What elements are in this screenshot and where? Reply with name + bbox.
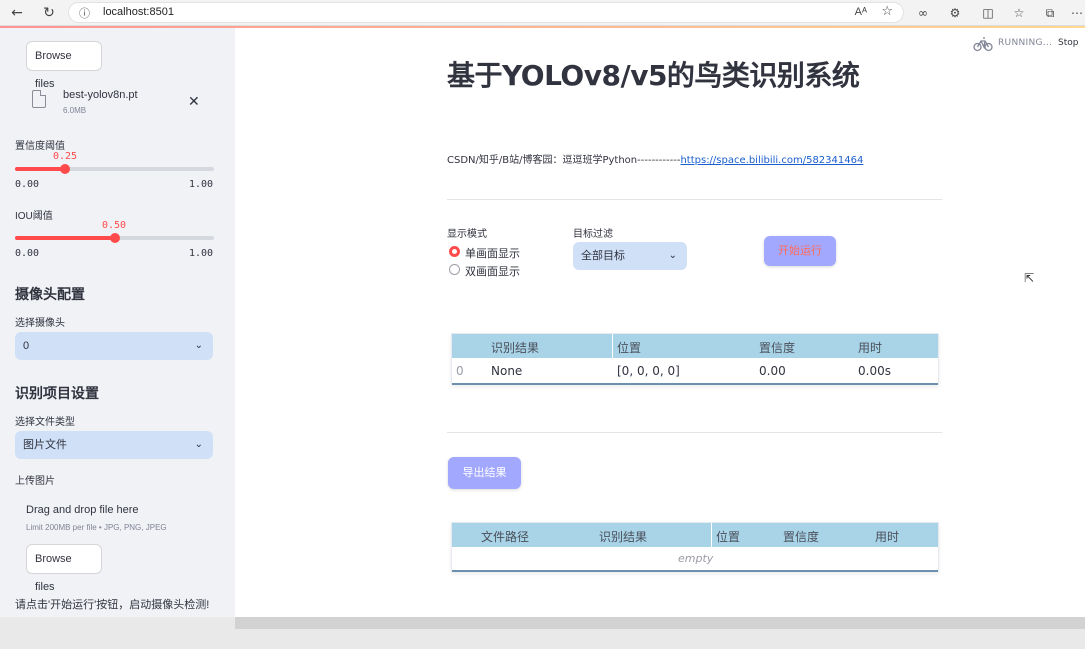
iou-label: IOU阈值 [15, 211, 53, 222]
uploaded-file-size: 6.0MB [63, 106, 87, 115]
confidence-max: 1.00 [189, 179, 214, 190]
dropzone-title[interactable]: Drag and drop file here [26, 504, 139, 516]
start-run-button[interactable]: 开始运行 [764, 236, 836, 266]
display-mode-label: 显示模式 [447, 229, 487, 240]
header-confidence: 置信度 [783, 530, 820, 544]
file-icon [32, 90, 46, 108]
info-icon[interactable]: ⓘ [79, 5, 90, 21]
radio-dual-view[interactable] [449, 264, 460, 275]
export-table-header: 文件路径 识别结果 位置 置信度 用时 [452, 523, 938, 547]
project-settings-heading: 识别项目设置 [15, 385, 99, 401]
confidence-slider[interactable] [15, 164, 214, 174]
camera-select[interactable]: 0 ⌄ [15, 332, 213, 360]
table-bottom-border [452, 570, 938, 572]
table-bottom-border [452, 383, 938, 385]
browse-files-button[interactable]: Browse files [26, 544, 102, 593]
credits-line: CSDN/知乎/B站/博客园：逗逗班学Python------------htt… [447, 151, 863, 166]
row-index: 0 [456, 364, 464, 378]
confidence-label: 置信度阈值 [15, 141, 65, 152]
running-bike-icon [973, 37, 993, 52]
page-title: 基于YOLOv8/v5的鸟类识别系统 [447, 59, 860, 92]
header-separator [711, 523, 712, 547]
header-position: 位置 [716, 530, 741, 544]
info-message: 请点击'开始运行'按钮，启动摄像头检测! [15, 599, 210, 611]
results-table-header: 识别结果 位置 置信度 用时 [452, 334, 938, 358]
url-text: localhost:8501 [103, 6, 174, 18]
iou-value: 0.50 [101, 220, 127, 231]
row-time: 0.00s [858, 364, 891, 378]
header-confidence: 置信度 [759, 341, 796, 355]
target-filter-value: 全部目标 [581, 250, 625, 262]
address-bar[interactable]: ⓘ localhost:8501 Aᴬ ☆ [68, 2, 904, 23]
uploaded-file-name: best-yolov8n.pt [63, 89, 138, 101]
camera-select-label: 选择摄像头 [15, 318, 65, 329]
row-position: [0, 0, 0, 0] [617, 364, 680, 378]
sidebar: Browse files best-yolov8n.pt 6.0MB ✕ 置信度… [0, 28, 235, 649]
confidence-value: 0.25 [52, 151, 78, 162]
confidence-slider-thumb[interactable] [59, 164, 70, 174]
confidence-slider-fill [15, 167, 65, 171]
header-time: 用时 [858, 341, 883, 355]
upload-label: 上传图片 [15, 476, 55, 487]
header-position: 位置 [617, 341, 642, 355]
target-filter-label: 目标过滤 [573, 229, 613, 240]
iou-min: 0.00 [15, 248, 40, 259]
favorite-star-icon[interactable]: ☆ [881, 4, 893, 19]
header-result: 识别结果 [491, 341, 540, 355]
export-results-button[interactable]: 导出结果 [448, 457, 521, 489]
header-separator [612, 334, 613, 358]
divider [447, 199, 942, 200]
extensions-infinity-icon[interactable]: ∞ [914, 4, 932, 22]
credits-link[interactable]: https://space.bilibili.com/582341464 [680, 155, 863, 166]
bottom-strip [0, 617, 1085, 649]
target-filter-select[interactable]: 全部目标 ⌄ [573, 242, 687, 270]
radio-single-view-label[interactable]: 单画面显示 [465, 245, 520, 261]
running-status: RUNNING... [998, 38, 1053, 48]
favorites-icon[interactable]: ☆ [1010, 4, 1028, 22]
credits-text: CSDN/知乎/B站/博客园：逗逗班学Python------------ [447, 155, 681, 166]
header-time: 用时 [875, 530, 900, 544]
more-icon[interactable]: ⋯ [1068, 4, 1085, 22]
radio-single-view[interactable] [449, 246, 460, 257]
header-result: 识别结果 [599, 530, 648, 544]
extension-puzzle-icon[interactable]: ⚙ [946, 4, 964, 22]
iou-max: 1.00 [189, 248, 214, 259]
back-icon[interactable]: ← [8, 4, 26, 22]
export-table: 文件路径 识别结果 位置 置信度 用时 empty [451, 522, 939, 572]
collections-icon[interactable]: ⧉ [1041, 4, 1059, 22]
split-screen-icon[interactable]: ◫ [979, 4, 997, 22]
chevron-down-icon: ⌄ [668, 250, 677, 261]
reload-icon[interactable]: ↻ [40, 4, 58, 22]
camera-config-heading: 摄像头配置 [15, 286, 85, 302]
iou-slider-thumb[interactable] [109, 233, 120, 243]
divider [447, 432, 942, 433]
results-table: 识别结果 位置 置信度 用时 0 None [0, 0, 0, 0] 0.00 … [451, 333, 939, 385]
mouse-cursor-icon: ⇱ [1024, 271, 1035, 285]
iou-slider-fill [15, 236, 115, 240]
file-type-select[interactable]: 图片文件 ⌄ [15, 431, 213, 459]
confidence-min: 0.00 [15, 179, 40, 190]
read-aloud-icon[interactable]: Aᴬ [855, 6, 867, 18]
radio-dual-view-label[interactable]: 双画面显示 [465, 263, 520, 279]
dropzone-limit: Limit 200MB per file • JPG, PNG, JPEG [26, 523, 167, 532]
horizontal-scrollbar[interactable] [235, 617, 1085, 629]
row-result: None [491, 364, 523, 378]
remove-file-close-icon[interactable]: ✕ [188, 94, 200, 108]
stop-button[interactable]: Stop [1058, 38, 1078, 48]
file-type-label: 选择文件类型 [15, 417, 75, 428]
file-type-value: 图片文件 [23, 439, 67, 451]
camera-select-value: 0 [23, 340, 30, 352]
empty-placeholder: empty [678, 552, 714, 565]
iou-slider[interactable] [15, 233, 214, 243]
browse-files-button-top[interactable]: Browse files [26, 41, 102, 90]
browser-toolbar: ← ↻ ⓘ localhost:8501 Aᴬ ☆ ∞ ⚙ ◫ ☆ ⧉ ⋯ [0, 0, 1085, 26]
chevron-down-icon: ⌄ [194, 340, 203, 351]
chevron-down-icon: ⌄ [194, 439, 203, 450]
header-file-path: 文件路径 [481, 530, 530, 544]
row-confidence: 0.00 [759, 364, 786, 378]
